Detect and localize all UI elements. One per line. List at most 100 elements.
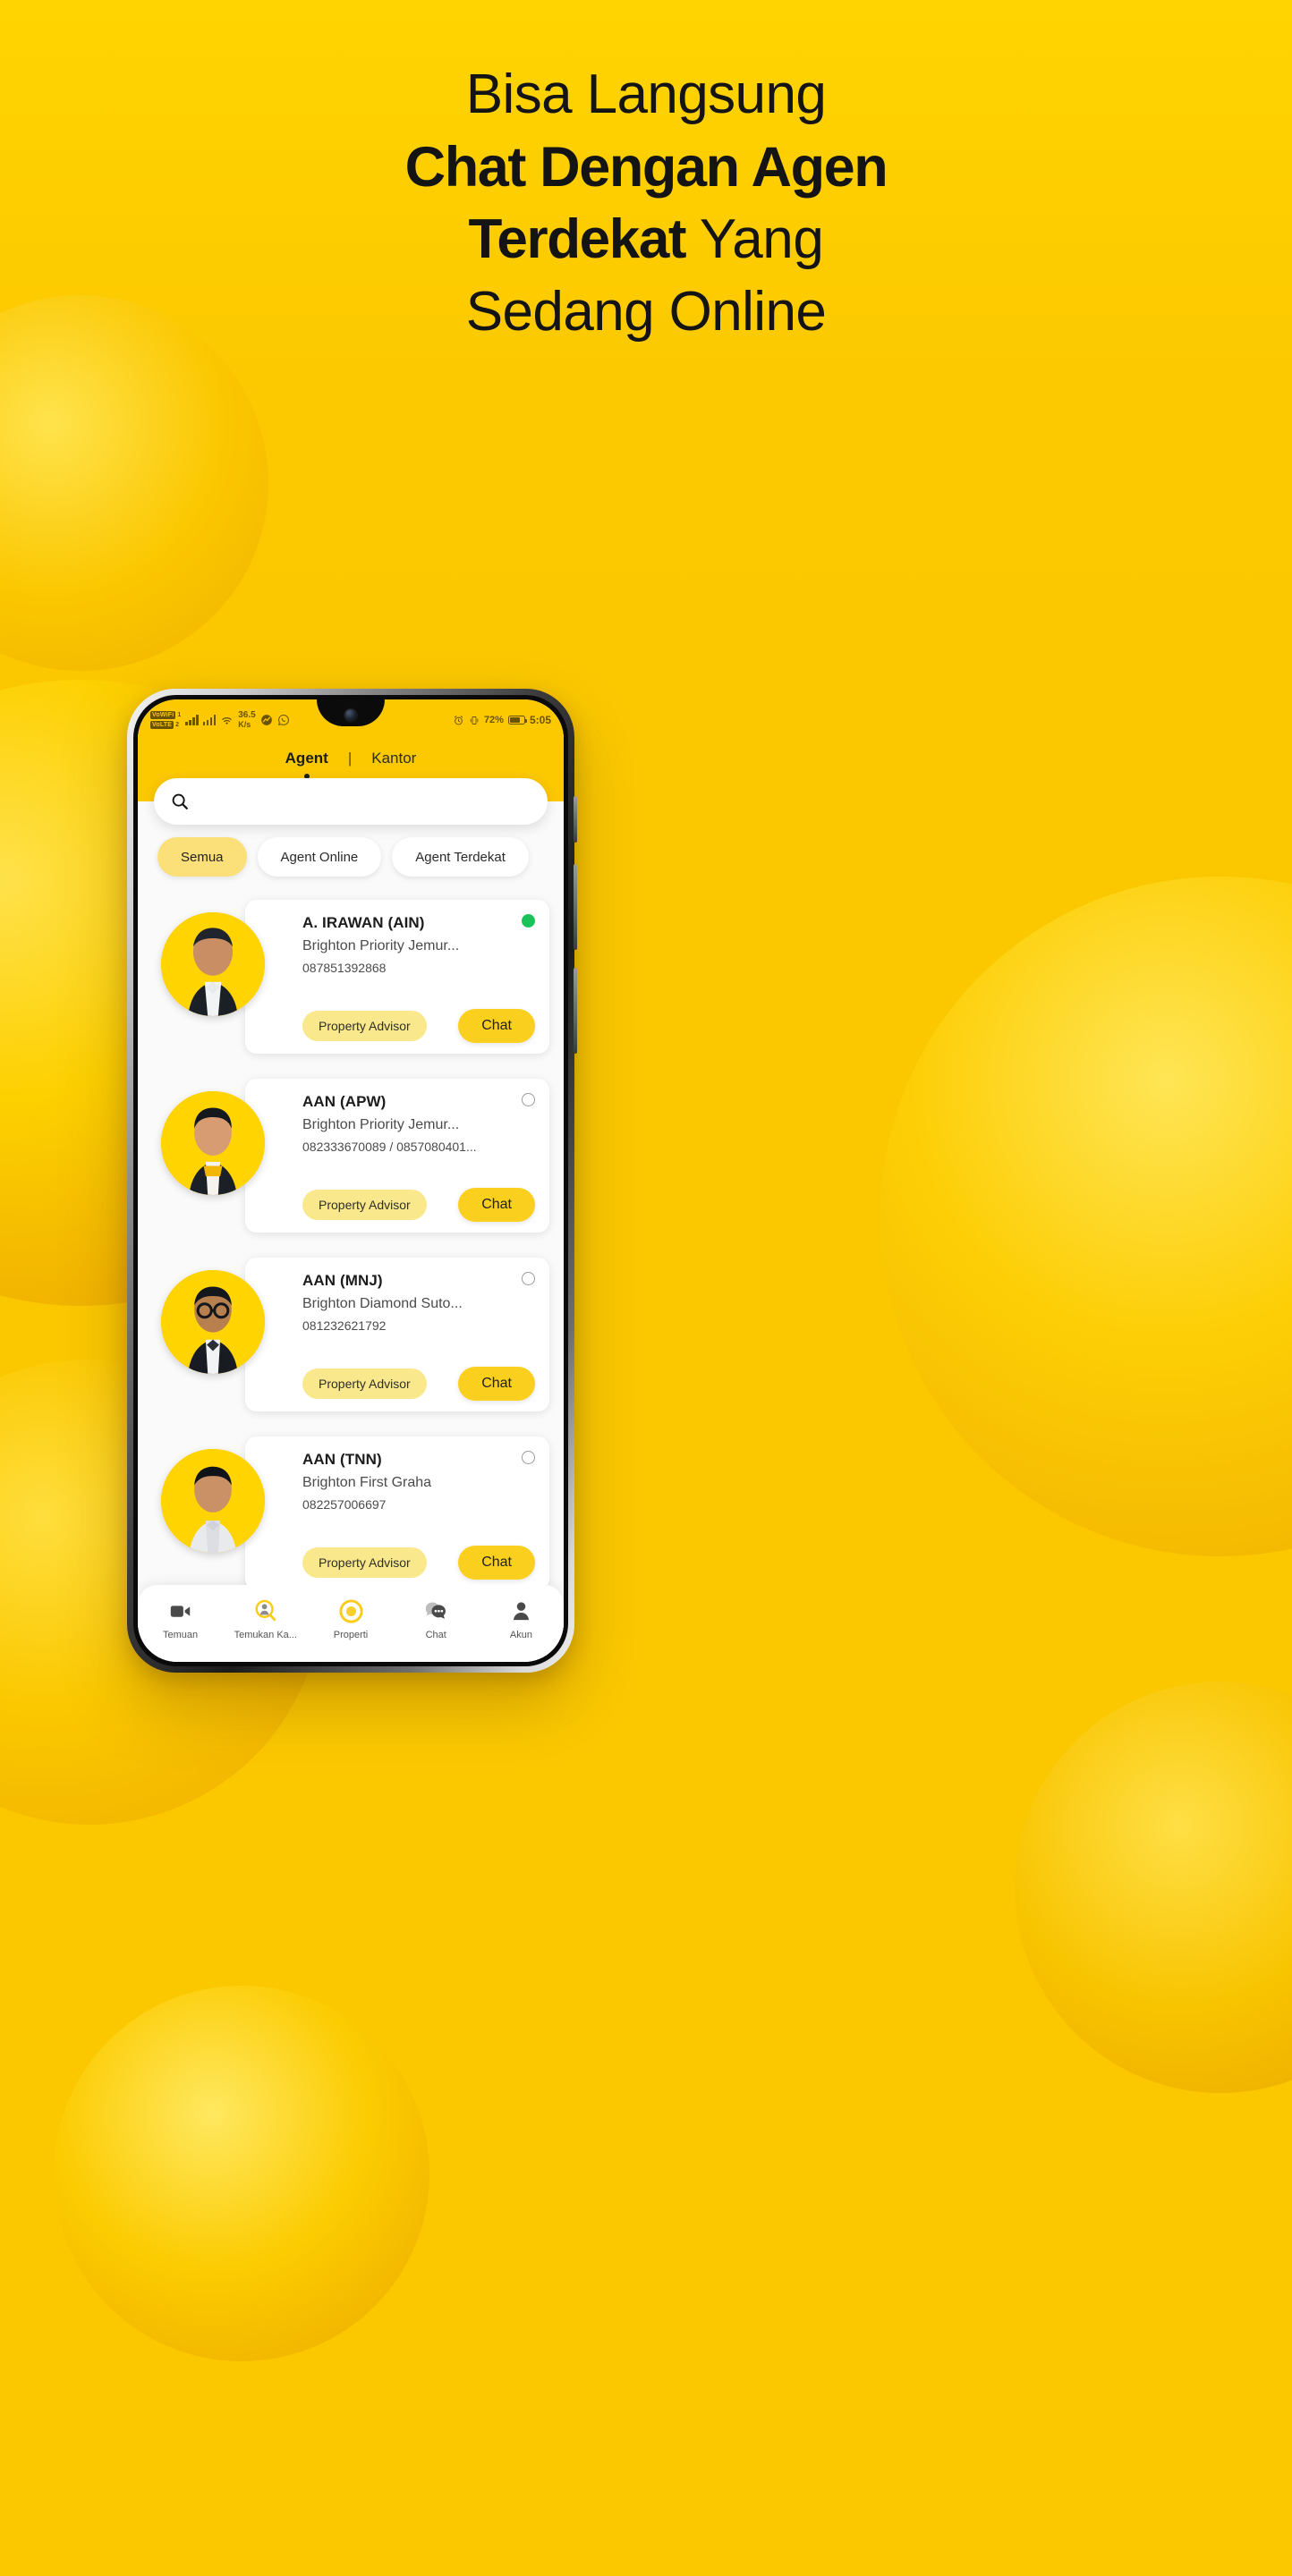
agent-name: AAN (MNJ) [302,1272,383,1289]
agent-role-tag: Property Advisor [302,1190,427,1220]
search-bar[interactable] [154,778,548,825]
vowifi-badge: VoWiFi 1 [150,710,182,719]
agent-card[interactable]: AAN (MNJ) Brighton Diamond Suto... 08123… [245,1258,549,1411]
nav-item-akun[interactable]: Akun [479,1597,564,1640]
volte-sim: 2 [175,722,180,729]
agent-office: Brighton Priority Jemur... [302,938,460,953]
video-camera-icon [168,1597,192,1624]
list-item[interactable]: A. IRAWAN (AIN) Brighton Priority Jemur.… [138,893,564,1072]
filter-chip-agent-online[interactable]: Agent Online [257,837,382,877]
agent-name: AAN (TNN) [302,1451,382,1468]
agent-office: Brighton Priority Jemur... [302,1117,460,1132]
agent-card[interactable]: AAN (APW) Brighton Priority Jemur... 082… [245,1079,549,1233]
agent-office: Brighton First Graha [302,1475,432,1490]
nav-label: Temuan [163,1630,199,1640]
agent-list-screen: Semua Agent Online Agent Terdekat A. IRA… [138,801,564,1662]
headline-line-4: Sedang Online [465,281,827,343]
agent-card[interactable]: AAN (TNN) Brighton First Graha 082257006… [245,1436,549,1585]
camera-notch [317,699,385,726]
phone-volume-up-button[interactable] [574,864,577,950]
nav-item-temukan-kantor[interactable]: Temukan Ka... [223,1597,308,1640]
nav-label: Temukan Ka... [234,1630,297,1640]
chat-bubbles-icon [423,1597,448,1624]
avatar [161,1449,265,1553]
agent-phone: 082333670089 / 0857080401... [302,1140,477,1154]
tab-agent[interactable]: Agent [282,748,332,769]
background-blob [880,877,1292,1556]
alarm-clock-icon [454,715,463,724]
chat-button[interactable]: Chat [458,1188,535,1222]
phone-screen: VoWiFi 1 VoLTE 2 36.5 K/s 72% 5:05 Agent… [138,699,564,1662]
avatar [161,912,265,1016]
agent-photo-icon [161,1449,265,1553]
headline-line-1: Bisa Langsung [465,64,827,125]
whatsapp-icon [277,714,289,725]
background-blob [1015,1682,1292,2093]
agent-card-actions: Property Advisor Chat [302,1009,535,1043]
voice-network-badges: VoWiFi 1 VoLTE 2 [150,710,182,730]
search-icon [172,793,188,809]
status-bar-left: VoWiFi 1 VoLTE 2 36.5 K/s [150,710,290,730]
volte-badge: VoLTE 2 [150,721,181,730]
avatar [161,1270,265,1374]
list-item[interactable]: AAN (APW) Brighton Priority Jemur... 082… [138,1072,564,1250]
agent-photo-icon [161,912,265,1016]
status-badge [522,1451,535,1464]
status-bar-clock: 5:05 [529,714,551,726]
headline-line-2: Chat Dengan Agen [404,135,888,199]
agent-role-tag: Property Advisor [302,1547,427,1578]
filter-chip-agent-terdekat[interactable]: Agent Terdekat [392,837,529,877]
phone-side-button[interactable] [574,796,577,843]
agent-name: A. IRAWAN (AIN) [302,914,425,931]
agent-photo-icon [161,1270,265,1374]
agent-photo-icon [161,1091,265,1195]
headline-line-3-bold: Terdekat [468,208,687,271]
vowifi-sim: 1 [177,711,182,718]
phone-volume-down-button[interactable] [574,968,577,1054]
wifi-icon [222,716,233,724]
chat-button[interactable]: Chat [458,1367,535,1401]
avatar [161,1091,265,1195]
network-speed-value: 36.5 [238,710,256,721]
headline-line-3: Terdekat Yang [50,204,1242,276]
signal-bars-icon [185,715,199,725]
chat-button[interactable]: Chat [458,1009,535,1043]
background-blob [54,1986,429,2361]
agent-phone: 081232621792 [302,1318,387,1333]
agent-office: Brighton Diamond Suto... [302,1296,463,1311]
volte-label: VoLTE [150,721,174,730]
agent-list[interactable]: A. IRAWAN (AIN) Brighton Priority Jemur.… [138,889,564,1585]
chat-button[interactable]: Chat [458,1546,535,1580]
search-input[interactable] [199,793,531,809]
nav-item-properti[interactable]: Properti [308,1597,393,1640]
person-icon [509,1597,533,1624]
find-agent-icon [253,1597,278,1624]
battery-icon [507,716,528,724]
nav-label: Akun [509,1630,532,1640]
bottom-navigation: Temuan Temukan Ka... Properti Chat Akun [138,1585,564,1662]
header-segmented-tabs: Agent | Kantor [138,748,564,771]
signal-bars-icon [202,715,217,725]
promo-headline: Bisa Langsung Chat Dengan Agen Terdekat … [0,59,1292,349]
nav-label: Properti [333,1630,369,1640]
agent-phone: 087851392868 [302,961,387,975]
filter-chip-semua[interactable]: Semua [157,837,247,877]
status-bar: VoWiFi 1 VoLTE 2 36.5 K/s 72% 5:05 [138,699,564,741]
list-item[interactable]: AAN (MNJ) Brighton Diamond Suto... 08123… [138,1250,564,1429]
status-badge [522,1272,535,1285]
agent-phone: 082257006697 [302,1497,387,1512]
nav-item-chat[interactable]: Chat [394,1597,479,1640]
status-badge [522,1093,535,1106]
battery-percent: 72% [483,715,504,725]
tab-kantor[interactable]: Kantor [368,748,420,769]
nav-item-temuan[interactable]: Temuan [138,1597,223,1640]
agent-card-actions: Property Advisor Chat [302,1546,535,1580]
list-item[interactable]: AAN (TNN) Brighton First Graha 082257006… [138,1429,564,1585]
agent-role-tag: Property Advisor [302,1368,427,1399]
agent-name: AAN (APW) [302,1093,387,1110]
network-speed: 36.5 K/s [238,711,255,728]
status-bar-right: 72% 5:05 [453,714,551,726]
agent-card[interactable]: A. IRAWAN (AIN) Brighton Priority Jemur.… [245,900,549,1054]
property-circle-icon [338,1597,364,1624]
network-speed-unit: K/s [238,719,251,729]
